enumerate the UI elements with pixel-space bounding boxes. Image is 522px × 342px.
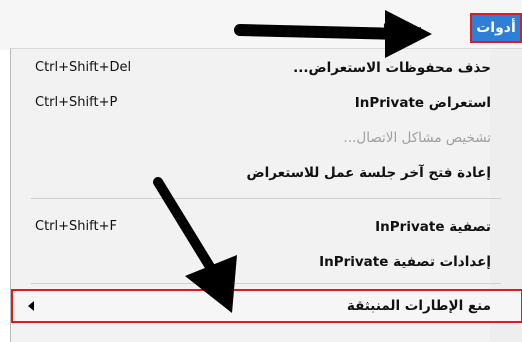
chevron-left-icon	[28, 301, 34, 311]
menu-item-reopen-last-session[interactable]: إعادة فتح آخر جلسة عمل للاستعراض	[11, 158, 522, 188]
tools-dropdown-menu: Ctrl+Shift+Del حذف محفوظات الاستعراض... …	[10, 48, 522, 342]
menu-tab-tools[interactable]: أدوات	[470, 13, 522, 43]
menu-item-inprivate-filtering[interactable]: Ctrl+Shift+F تصفية InPrivate	[11, 212, 522, 242]
menu-bar: تعليمات أدوات	[0, 0, 522, 50]
shortcut-label: Ctrl+Shift+F	[35, 219, 117, 234]
shortcut-label: Ctrl+Shift+P	[35, 95, 118, 110]
menu-separator	[31, 198, 501, 199]
screenshot-stage: تعليمات أدوات Ctrl+Shift+Del حذف محفوظات…	[0, 0, 522, 342]
menu-separator	[31, 283, 501, 284]
menu-item-label: تصفية InPrivate	[375, 219, 491, 235]
menu-item-label: حذف محفوظات الاستعراض...	[293, 60, 491, 76]
menu-item-label: تشخيص مشاكل الاتصال...	[343, 130, 491, 146]
menu-item-label: إعادة فتح آخر جلسة عمل للاستعراض	[246, 165, 491, 181]
menu-item-delete-browsing-history[interactable]: Ctrl+Shift+Del حذف محفوظات الاستعراض...	[11, 53, 522, 83]
menu-tab-help[interactable]: تعليمات	[378, 17, 422, 43]
shortcut-label: Ctrl+Shift+Del	[35, 60, 132, 75]
menu-item-label: منع الإطارات المنبثقة	[346, 298, 491, 314]
menu-item-label: إعدادات تصفية InPrivate	[319, 254, 491, 270]
menu-item-inprivate-filtering-settings[interactable]: إعدادات تصفية InPrivate	[11, 247, 522, 277]
menu-item-inprivate-browsing[interactable]: Ctrl+Shift+P استعراض InPrivate	[11, 88, 522, 118]
menu-item-diagnose-connection: تشخيص مشاكل الاتصال...	[11, 123, 522, 153]
menu-item-popup-blocker[interactable]: منع الإطارات المنبثقة	[11, 289, 522, 323]
menu-item-label: استعراض InPrivate	[354, 95, 491, 111]
